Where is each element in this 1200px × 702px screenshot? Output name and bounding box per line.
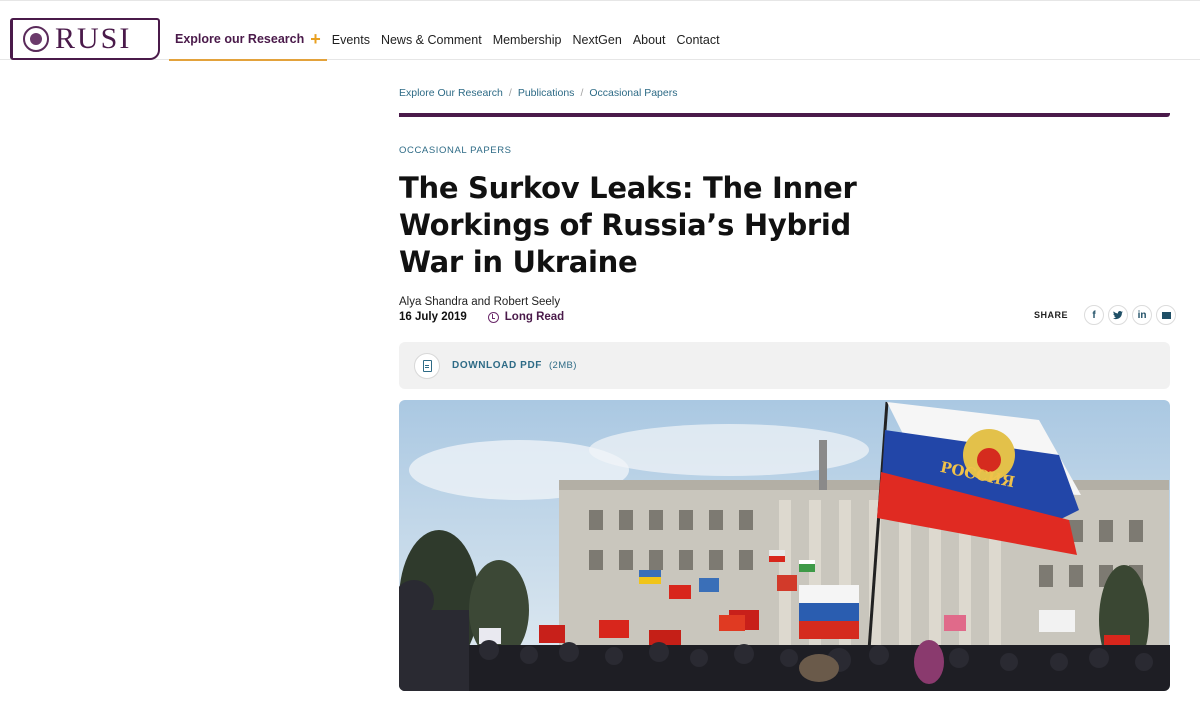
article-authors: Alya Shandra and Robert Seely xyxy=(399,296,561,308)
logo-text: RUSI xyxy=(55,22,132,55)
category-label[interactable]: OCCASIONAL PAPERS xyxy=(399,145,512,156)
share-label: SHARE xyxy=(1034,310,1069,320)
divider xyxy=(399,113,1170,117)
share-bar: SHARE f in xyxy=(1034,305,1177,325)
breadcrumb-separator: / xyxy=(508,87,512,99)
download-label: DOWNLOAD PDF xyxy=(452,360,542,371)
seal-icon xyxy=(23,26,49,52)
breadcrumb-separator: / xyxy=(580,87,584,99)
read-type: Long Read xyxy=(504,311,565,323)
nav-news-comment[interactable]: News & Comment xyxy=(381,18,482,61)
download-size: (2MB) xyxy=(548,360,577,371)
nav-label: Explore our Research xyxy=(175,31,305,46)
facebook-icon[interactable]: f xyxy=(1084,305,1105,325)
breadcrumb-link[interactable]: Publications xyxy=(518,87,575,99)
nav-explore-research[interactable]: Explore our Research + xyxy=(169,18,327,61)
site-header: RUSI Explore our Research + Events News … xyxy=(0,0,1200,61)
nav-contact[interactable]: Contact xyxy=(676,18,719,61)
nav-events[interactable]: Events xyxy=(332,18,370,61)
nav-membership[interactable]: Membership xyxy=(493,18,562,61)
breadcrumb-link[interactable]: Explore Our Research xyxy=(399,87,503,99)
plus-icon: + xyxy=(310,28,321,49)
twitter-icon[interactable] xyxy=(1108,305,1129,325)
breadcrumb: Explore Our Research / Publications / Oc… xyxy=(399,87,678,99)
main-nav: Explore our Research + Events News & Com… xyxy=(169,18,731,61)
pdf-icon xyxy=(414,352,440,379)
rusi-logo[interactable]: RUSI xyxy=(10,18,160,60)
nav-about[interactable]: About xyxy=(633,18,666,61)
hero-image: РОССИЯ xyxy=(399,400,1170,691)
download-pdf-bar[interactable]: DOWNLOAD PDF (2MB) xyxy=(399,342,1170,389)
publish-date: 16 July 2019 xyxy=(399,311,467,323)
nav-nextgen[interactable]: NextGen xyxy=(572,18,621,61)
page-title: The Surkov Leaks: The Inner Workings of … xyxy=(399,171,857,279)
breadcrumb-link[interactable]: Occasional Papers xyxy=(589,87,677,99)
email-icon[interactable] xyxy=(1156,305,1177,325)
clock-icon xyxy=(487,311,499,323)
article-meta: 16 July 2019 Long Read xyxy=(399,311,564,323)
linkedin-icon[interactable]: in xyxy=(1132,305,1153,325)
